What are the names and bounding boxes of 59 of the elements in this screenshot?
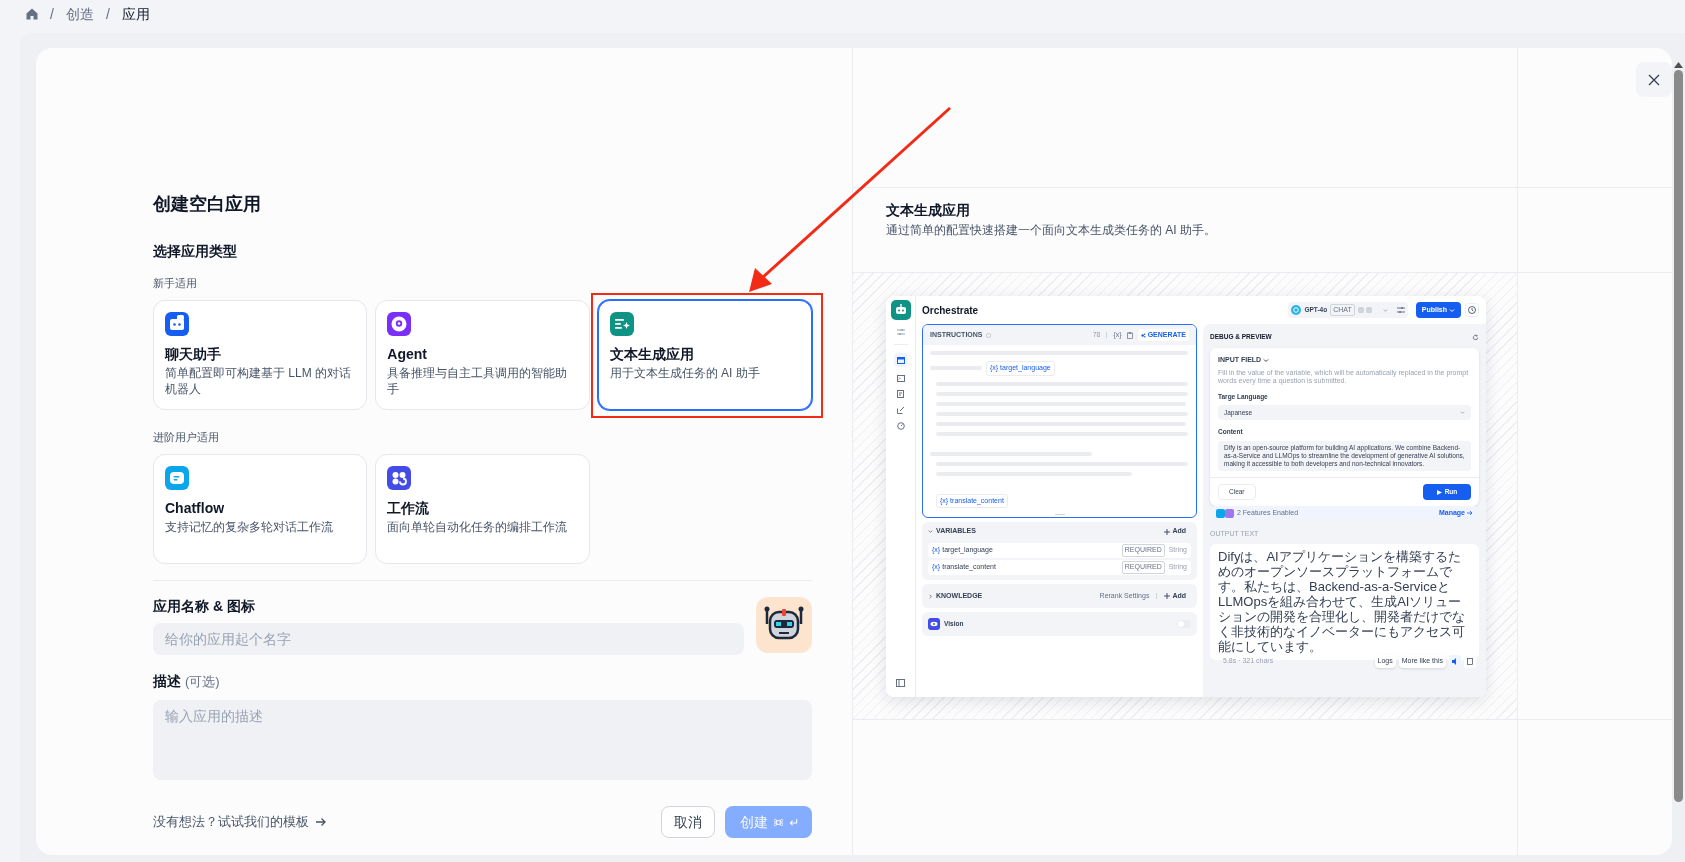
clipboard-icon[interactable] bbox=[1126, 331, 1133, 339]
preview-title: 文本生成应用 bbox=[886, 201, 971, 220]
preview-description: 通过简单的配置快速搭建一个面向文本生成类任务的 AI 助手。 bbox=[886, 222, 1217, 238]
breadcrumb-separator: / bbox=[105, 4, 110, 24]
cancel-button[interactable]: 取消 bbox=[661, 806, 715, 838]
page-title: Orchestrate bbox=[922, 303, 980, 318]
robot-avatar-icon[interactable] bbox=[756, 597, 812, 653]
scroll-thumb[interactable] bbox=[1674, 70, 1683, 802]
plus-icon bbox=[1164, 593, 1171, 599]
sliders-icon[interactable] bbox=[896, 328, 905, 336]
capability-icons bbox=[1357, 307, 1372, 313]
breadcrumb-item[interactable]: 创造 bbox=[65, 3, 94, 25]
refresh-icon[interactable] bbox=[1472, 333, 1479, 341]
app-name-field[interactable]: 给你的应用起个名字 bbox=[153, 623, 744, 655]
breadcrumb-item[interactable]: 应用 bbox=[121, 3, 150, 25]
sidebar-nav-item[interactable] bbox=[893, 353, 908, 367]
group-label: 进阶用户适用 bbox=[153, 430, 220, 444]
gauge-icon[interactable] bbox=[896, 422, 905, 430]
enter-key-icon bbox=[788, 817, 798, 827]
section-label: 选择应用类型 bbox=[153, 242, 238, 260]
arrow-right-icon bbox=[315, 816, 327, 828]
group-label: 新手适用 bbox=[153, 276, 198, 290]
app-type-card[interactable]: 工作流 面向单轮自动化任务的编排工作流 bbox=[375, 454, 590, 564]
eye-icon bbox=[928, 618, 940, 630]
app-type-card[interactable]: Agent 具备推理与自主工具调用的智能助手 bbox=[375, 300, 590, 410]
dialog-title: 创建空白应用 bbox=[153, 193, 262, 216]
chevron-icon bbox=[1382, 307, 1388, 313]
close-icon bbox=[1648, 73, 1660, 86]
chevron-down-icon bbox=[1449, 307, 1455, 313]
field-label: 应用名称 & 图标 bbox=[153, 597, 256, 615]
window-icon bbox=[896, 356, 905, 364]
terminal-icon[interactable] bbox=[896, 375, 905, 382]
field-label: 描述 bbox=[153, 672, 181, 691]
model-logo-icon bbox=[1291, 305, 1302, 315]
robot-app-icon bbox=[890, 300, 911, 320]
plus-icon bbox=[1164, 528, 1171, 535]
sliders-icon[interactable] bbox=[1396, 306, 1405, 314]
breadcrumb-separator: / bbox=[50, 4, 54, 24]
template-link[interactable]: 没有想法？试试我们的模板 bbox=[153, 812, 327, 832]
scroll-up-icon[interactable] bbox=[1674, 62, 1683, 68]
history-icon[interactable] bbox=[1465, 303, 1479, 317]
chevron-down-icon bbox=[1263, 357, 1270, 363]
feature-icons bbox=[1216, 508, 1234, 518]
optional-hint: (可选) bbox=[185, 673, 220, 691]
play-icon bbox=[1436, 489, 1442, 495]
home-icon[interactable] bbox=[26, 8, 38, 20]
sidebar-toggle-icon[interactable] bbox=[896, 679, 905, 687]
app-type-card[interactable]: 文本生成应用 用于文本生成任务的 AI 助手 bbox=[597, 300, 812, 410]
sparkle-icon bbox=[1140, 332, 1146, 338]
chevron-icon bbox=[1460, 410, 1465, 416]
app-type-card[interactable]: Chatflow 支持记忆的复杂多轮对话工作流 bbox=[153, 454, 368, 564]
document-icon[interactable] bbox=[897, 390, 904, 398]
arrow-right-icon bbox=[1467, 510, 1473, 516]
help-icon bbox=[985, 332, 991, 338]
chevron-icon[interactable] bbox=[928, 593, 933, 599]
description-field[interactable]: 输入应用的描述 bbox=[153, 700, 812, 780]
app-type-card[interactable]: 聊天助手 简单配置即可构建基于 LLM 的对话机器人 bbox=[153, 300, 368, 410]
scrollbar[interactable] bbox=[1672, 62, 1685, 802]
chevron-icon[interactable] bbox=[928, 529, 933, 534]
